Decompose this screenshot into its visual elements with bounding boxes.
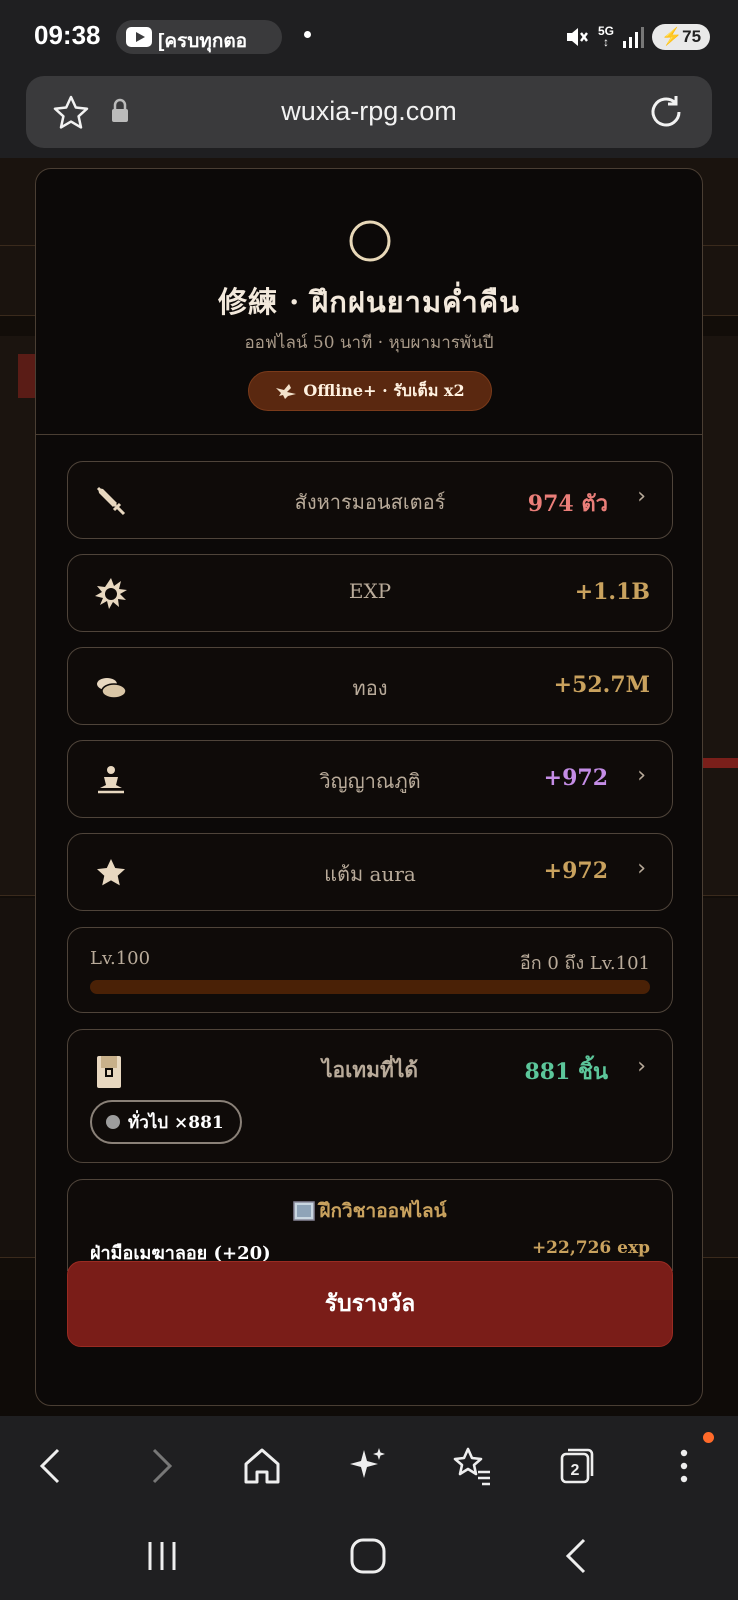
items-card[interactable]: ไอเทมที่ได้ 881 ชิ้น › ทั่วไป ×881 [67,1029,673,1163]
browser-toolbar: wuxia-rpg.com [0,72,738,158]
reward-row-gold: ทอง +52.7M [67,647,673,725]
more-menu-icon[interactable] [662,1444,706,1488]
tab-count: 2 [571,1462,580,1479]
bookmarks-icon[interactable] [450,1444,494,1488]
reward-row-exp: EXP +1.1B [67,554,673,632]
chevron-right-icon: › [637,763,646,788]
image-placeholder-icon [293,1201,316,1221]
reward-list: สังหารมอนสเตอร์ 974 ตัว › EXP +1.1B ทอง … [67,461,673,1271]
status-icons: 5G ↕ ⚡ 75 [564,22,710,52]
chip-label: ทั่วไป ×881 [128,1112,224,1133]
current-level: Lv.100 [90,948,151,969]
url-text: wuxia-rpg.com [281,96,457,126]
modal-header: 修練 · ฝึกฝนยามค่ำคืน ออฟไลน์ 50 นาที · หุ… [36,169,702,435]
reward-row-kills[interactable]: สังหารมอนสเตอร์ 974 ตัว › [67,461,673,539]
forward-icon[interactable] [138,1444,182,1488]
signal-icon [623,27,644,48]
status-bar: 09:38 [ครบทุกตอ 5G ↕ ⚡ 75 [0,0,738,72]
home-icon[interactable] [240,1444,284,1488]
offline-reward-modal: 修練 · ฝึกฝนยามค่ำคืน ออฟไลน์ 50 นาที · หุ… [35,168,703,1406]
address-bar[interactable]: wuxia-rpg.com [26,76,712,148]
badge-text: Offline+ · รับเต็ม x2 [303,380,465,400]
youtube-icon [126,27,152,47]
skill-header-text: ฝึกวิชาออฟไลน์ [319,1200,447,1222]
rarity-dot-icon [106,1115,120,1129]
item-rarity-chip[interactable]: ทั่วไป ×881 [90,1100,242,1144]
chevron-right-icon: › [637,484,646,509]
status-time: 09:38 [34,20,101,50]
back-nav-icon[interactable] [554,1534,598,1578]
recents-icon[interactable] [140,1534,184,1578]
modal-title: 修練 · ฝึกฝนยามค่ำคืน [218,285,520,319]
network-type: 5G ↕ [597,24,614,49]
next-level-text: อีก 0 ถึง Lv.101 [519,953,650,974]
menu-notification-dot [703,1432,714,1443]
battery-indicator: ⚡ 75 [652,24,710,50]
modal-subtitle: ออฟไลน์ 50 นาที · หุบผามารพันปี [244,333,494,353]
reward-value: +972 [543,858,608,884]
reward-value: +972 [543,765,608,791]
background-bar [700,758,738,768]
moon-icon [349,220,391,262]
reward-row-aura[interactable]: แต้ม aura +972 › [67,833,673,911]
claim-reward-button[interactable]: รับรางวัล [67,1261,673,1347]
browser-bottom-toolbar: 2 [0,1416,738,1516]
media-notification-text: [ครบทุกตอ [158,31,248,52]
home-nav-icon[interactable] [346,1534,390,1578]
skill-exp: +22,726 exp [531,1238,650,1258]
reward-value: +1.1B [574,579,650,605]
reward-value: 974 ตัว [527,491,608,517]
bird-icon [276,384,297,399]
mute-icon [566,28,588,46]
level-progress-bar [90,980,650,994]
items-value: 881 ชิ้น [524,1059,608,1085]
level-progress-card: Lv.100 อีก 0 ถึง Lv.101 [67,927,673,1013]
skill-header: ฝึกวิชาออฟไลน์ [68,1196,672,1226]
tabs-icon[interactable]: 2 [556,1444,600,1488]
back-icon[interactable] [30,1444,74,1488]
chevron-right-icon: › [637,856,646,881]
system-navigation-bar [0,1516,738,1600]
reward-row-spirit[interactable]: วิญญาณภูติ +972 › [67,740,673,818]
notification-dot [304,31,311,38]
offline-plus-badge: Offline+ · รับเต็ม x2 [248,371,492,411]
reward-value: +52.7M [553,672,650,698]
offline-skill-card: ฝึกวิชาออฟไลน์ ฝ่ามือเมฆาลอย (+20) +22,7… [67,1179,673,1271]
chevron-right-icon: › [637,1054,646,1079]
sparkle-icon[interactable] [346,1444,390,1488]
media-notification-pill[interactable]: [ครบทุกตอ [116,20,282,54]
reload-icon[interactable] [646,92,686,132]
